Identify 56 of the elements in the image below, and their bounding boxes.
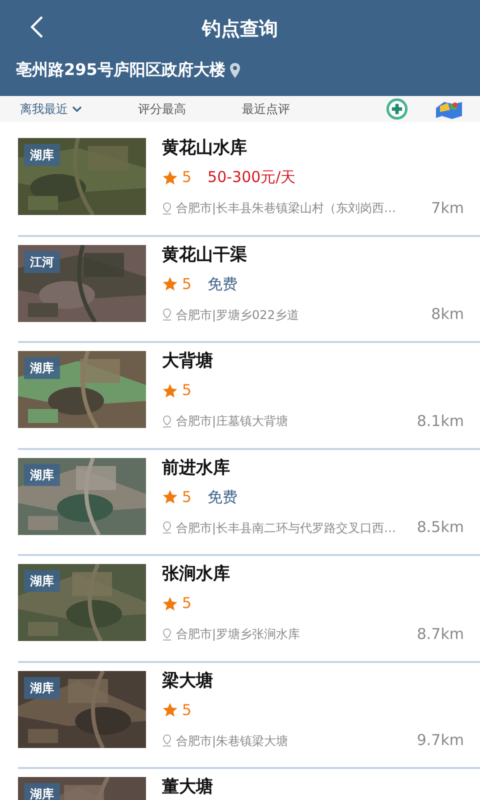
- location-pin-icon: [162, 734, 172, 748]
- rating-value: 5: [182, 274, 192, 295]
- star-icon: [162, 276, 178, 292]
- spot-address: 合肥市|罗塘乡022乡道: [176, 306, 300, 324]
- spot-address: 合肥市|长丰县朱巷镇梁山村（东刘岗西…: [176, 200, 398, 218]
- sort-tab[interactable]: 最近点评: [238, 100, 294, 118]
- spot-name[interactable]: 前进水库: [162, 458, 464, 478]
- back-icon: [30, 14, 44, 39]
- spot-address: 合肥市|朱巷镇梁大塘: [176, 732, 290, 750]
- category-tag: 湖库: [24, 464, 60, 486]
- category-tag: 湖库: [24, 144, 60, 166]
- add-icon[interactable]: [384, 98, 410, 120]
- location-pin-icon: [162, 202, 172, 215]
- rating-value: 5: [182, 167, 192, 188]
- spot-address: 合肥市|庄墓镇大背塘: [176, 413, 290, 430]
- sort-tab[interactable]: 离我最近: [16, 100, 86, 118]
- location-pin-icon: [162, 628, 172, 641]
- star-icon: [162, 170, 178, 186]
- category-tag: 湖库: [24, 357, 60, 379]
- distance-label: 8km: [431, 304, 464, 326]
- location-pin-icon: [229, 62, 242, 78]
- spot-address: 合肥市|长丰县南二环与代罗路交叉口西…: [176, 520, 398, 537]
- spot-name[interactable]: 董大塘: [162, 777, 464, 798]
- price-label: 50-300元/天: [208, 167, 296, 188]
- star-icon: [162, 382, 178, 399]
- category-tag: 湖库: [24, 676, 60, 698]
- category-tag: 湖库: [24, 783, 60, 800]
- location-pin-icon: [162, 414, 172, 428]
- rating-value: 5: [182, 380, 192, 402]
- location-pin-icon: [162, 308, 172, 322]
- star-icon: [162, 489, 178, 506]
- current-location[interactable]: 亳州路295号庐阳区政府大楼: [16, 58, 226, 82]
- star-icon: [162, 702, 178, 718]
- back-button[interactable]: [30, 14, 44, 39]
- rating-value: 5: [182, 486, 192, 508]
- page-title: 钓点查询: [202, 16, 278, 42]
- category-tag: 江河: [24, 250, 60, 272]
- spot-name[interactable]: 大背塘: [162, 351, 464, 372]
- distance-label: 8.5km: [416, 517, 464, 538]
- location-pin-icon: [162, 521, 172, 534]
- category-tag: 湖库: [24, 570, 60, 592]
- sort-tab[interactable]: 评分最高: [134, 100, 190, 118]
- star-icon: [162, 596, 178, 612]
- price-label: 免费: [208, 486, 238, 508]
- price-label: 免费: [208, 274, 238, 295]
- distance-label: 7km: [431, 198, 464, 219]
- spot-address: 合肥市|罗塘乡张涧水库: [176, 626, 302, 644]
- rating-value: 5: [182, 700, 192, 721]
- spot-name[interactable]: 黄花山干渠: [162, 244, 464, 265]
- distance-label: 8.7km: [416, 624, 464, 645]
- spot-name[interactable]: 黄花山水库: [162, 138, 464, 158]
- distance-label: 9.7km: [416, 730, 464, 752]
- spot-name[interactable]: 梁大塘: [162, 670, 464, 691]
- rating-value: 5: [182, 593, 192, 614]
- spot-name[interactable]: 张涧水库: [162, 564, 464, 584]
- distance-label: 8.1km: [416, 410, 464, 432]
